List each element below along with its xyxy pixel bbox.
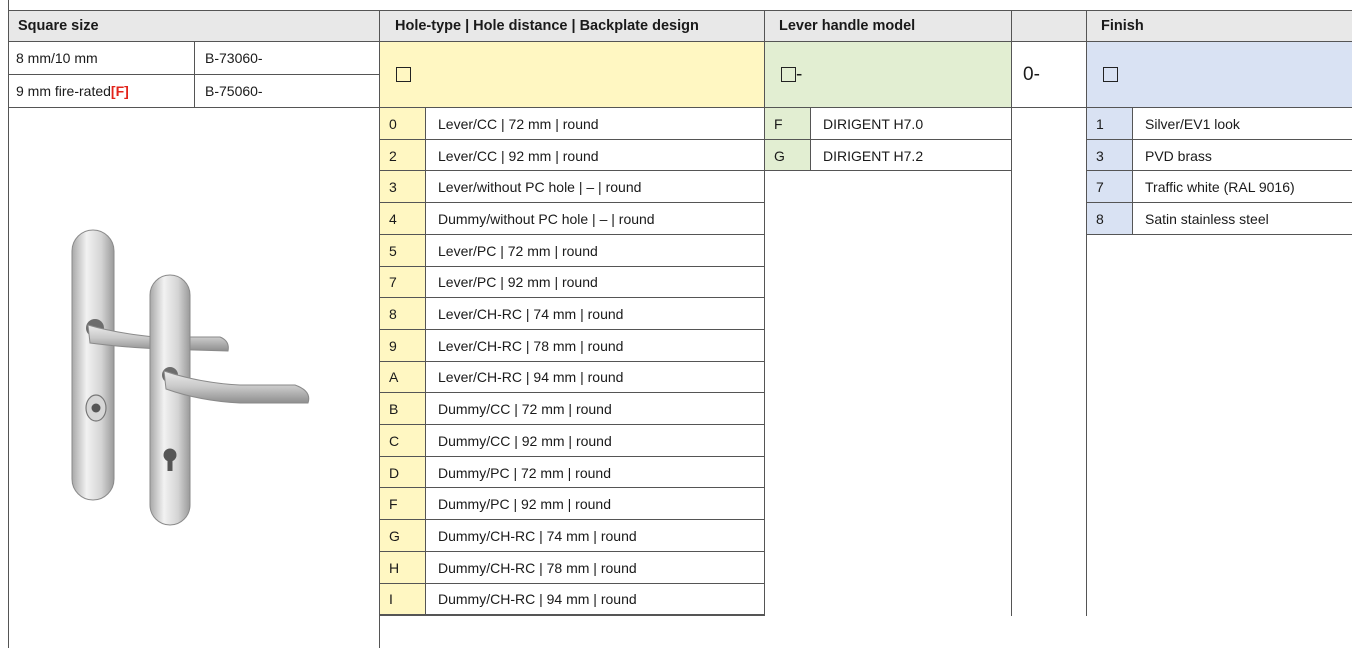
hole-type-row-code: 5 bbox=[389, 242, 397, 259]
hole-type-row-label: Dummy/CC | 92 mm | round bbox=[438, 432, 612, 449]
hole-type-row-label: Dummy/CH-RC | 78 mm | round bbox=[438, 559, 637, 576]
square-size-9-fire: 9 mm fire-rated [F] bbox=[16, 75, 129, 107]
hole-type-row-label: Lever/CC | 92 mm | round bbox=[438, 147, 599, 164]
hole-type-row-label: Dummy/without PC hole | – | round bbox=[438, 210, 655, 227]
hole-type-row-label: Lever/without PC hole | – | round bbox=[438, 179, 642, 196]
hole-type-row-label: Dummy/PC | 92 mm | round bbox=[438, 496, 611, 513]
hole-type-checkbox[interactable] bbox=[396, 42, 411, 107]
hole-type-row-code: 0 bbox=[389, 115, 397, 132]
hole-type-row-label: Lever/CH-RC | 78 mm | round bbox=[438, 337, 624, 354]
hole-type-row-label: Lever/CH-RC | 94 mm | round bbox=[438, 369, 624, 386]
hole-type-row-code: 4 bbox=[389, 210, 397, 227]
hole-type-row-code: 8 bbox=[389, 306, 397, 323]
list-bottom-border bbox=[380, 614, 765, 616]
row-divider bbox=[1087, 138, 1352, 140]
hole-type-row-code: 3 bbox=[389, 179, 397, 196]
hole-type-row-code: C bbox=[389, 432, 400, 449]
hole-type-row-code: F bbox=[389, 496, 398, 513]
hole-type-row-code: B bbox=[389, 401, 399, 418]
square-size-label: 8 mm/10 mm bbox=[16, 50, 98, 66]
lever-model-checkbox[interactable]: - bbox=[781, 42, 802, 107]
hole-type-row-label: Lever/CH-RC | 74 mm | round bbox=[438, 306, 624, 323]
hole-type-row-label: Lever/PC | 72 mm | round bbox=[438, 242, 598, 259]
lever-suffix: - bbox=[796, 63, 803, 85]
hole-type-row-label: Lever/CC | 72 mm | round bbox=[438, 115, 599, 132]
hole-type-row-label: Dummy/CH-RC | 74 mm | round bbox=[438, 527, 637, 544]
lever-model-row-code: F bbox=[774, 115, 783, 132]
hole-type-row-label: Dummy/CC | 72 mm | round bbox=[438, 401, 612, 418]
hole-type-selector-bg bbox=[380, 42, 764, 107]
checkbox-square-icon bbox=[781, 67, 796, 82]
fire-rated-tag: [F] bbox=[110, 83, 129, 99]
hole-type-row-code: 9 bbox=[389, 337, 397, 354]
hole-type-row-label: Dummy/CH-RC | 94 mm | round bbox=[438, 591, 637, 608]
header-square-size: Square size bbox=[18, 18, 99, 34]
finish-row-code: 1 bbox=[1096, 115, 1104, 132]
lever-model-row-code: G bbox=[774, 147, 785, 164]
hole-type-row-code: H bbox=[389, 559, 400, 576]
hole-type-row-code: I bbox=[389, 591, 393, 608]
finish-row-label: PVD brass bbox=[1145, 147, 1212, 164]
hole-type-row-label: Lever/PC | 92 mm | round bbox=[438, 274, 598, 291]
hole-type-row-code: G bbox=[389, 527, 400, 544]
finish-row-label: Satin stainless steel bbox=[1145, 210, 1269, 227]
checkbox-square-icon bbox=[1103, 67, 1118, 82]
hole-type-row-label: Dummy/PC | 72 mm | round bbox=[438, 464, 611, 481]
square-code-75060: B-75060- bbox=[205, 83, 263, 99]
finish-checkbox[interactable] bbox=[1103, 42, 1118, 107]
finish-row-code: 7 bbox=[1096, 179, 1104, 196]
header-hole-type: Hole-type | Hole distance | Backplate de… bbox=[395, 18, 699, 34]
hole-type-row-code: D bbox=[389, 464, 400, 481]
fixed-value: 0- bbox=[1023, 63, 1040, 85]
door-lever-handle-image bbox=[71, 229, 310, 526]
lever-model-row-label: DIRIGENT H7.0 bbox=[823, 115, 924, 132]
list-bottom-border bbox=[1087, 233, 1352, 235]
square-code-73060: B-73060- bbox=[205, 50, 263, 66]
header-lever-model: Lever handle model bbox=[779, 18, 916, 34]
header-finish: Finish bbox=[1101, 18, 1144, 34]
square-size-8-10: 8 mm/10 mm bbox=[16, 42, 98, 74]
hole-type-row-code: 2 bbox=[389, 147, 397, 164]
checkbox-square-icon bbox=[396, 67, 411, 82]
hole-type-row-code: A bbox=[389, 369, 399, 386]
finish-row-code: 3 bbox=[1096, 147, 1104, 164]
list-bottom-border bbox=[765, 170, 1011, 172]
finish-row-code: 8 bbox=[1096, 210, 1104, 227]
finish-selector-bg bbox=[1087, 42, 1352, 107]
finish-row-label: Silver/EV1 look bbox=[1145, 115, 1240, 132]
lever-model-row-label: DIRIGENT H7.2 bbox=[823, 147, 924, 164]
square-size-label: 9 mm fire-rated bbox=[16, 83, 111, 99]
hole-type-row-code: 7 bbox=[389, 274, 397, 291]
finish-row-label: Traffic white (RAL 9016) bbox=[1145, 179, 1295, 196]
